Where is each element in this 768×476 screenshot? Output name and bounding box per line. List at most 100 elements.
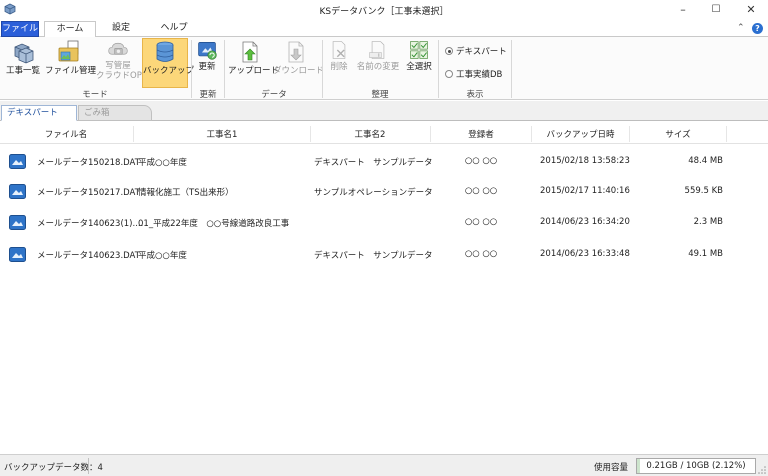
tab-home[interactable]: ホーム: [44, 21, 96, 38]
organize-group-label: 整理: [371, 90, 389, 100]
column-header-name2[interactable]: 工事名2: [311, 128, 429, 140]
upload-icon: [242, 41, 258, 63]
download-button[interactable]: ダウンロード: [273, 39, 325, 85]
row-backup-date: 2015/02/18 13:58:23: [540, 156, 630, 166]
rename-button[interactable]: 名前の変更: [355, 39, 401, 85]
status-bar: バックアップデータ数：4 使用容量 0.21GB / 10GB (2.12%): [0, 454, 768, 476]
status-divider: [88, 458, 89, 474]
select-all-button[interactable]: 全選択: [404, 39, 434, 85]
row-size: 48.4 MB: [688, 156, 723, 166]
help-icon[interactable]: ?: [752, 23, 763, 34]
usage-label: 使用容量: [594, 463, 629, 473]
usage-value: 0.21GB / 10GB (2.12%): [646, 461, 746, 471]
refresh-icon: [198, 42, 217, 60]
tab-file[interactable]: ファイル: [1, 21, 39, 37]
display-option-dekispart[interactable]: デキスパート: [445, 45, 507, 59]
delete-button[interactable]: 削除: [325, 39, 353, 85]
usage-meter: 0.21GB / 10GB (2.12%): [636, 458, 756, 474]
row-registrant: ○○ ○○: [464, 217, 498, 227]
radio-icon[interactable]: [445, 70, 453, 78]
refresh-button[interactable]: 更新: [193, 39, 221, 85]
download-label: ダウンロード: [273, 66, 325, 76]
table-row[interactable]: メールデータ150218.DAT 平成○○年度 デキスパート サンプルデータ ○…: [0, 147, 768, 176]
row-project-name2: デキスパート サンプルデータ: [314, 158, 433, 168]
mail-data-file-icon: [9, 215, 26, 230]
row-size: 559.5 KB: [684, 186, 723, 196]
row-project-name2: デキスパート サンプルデータ: [314, 251, 433, 261]
row-backup-date: 2014/06/23 16:33:48: [540, 249, 630, 259]
tab-help[interactable]: ヘルプ: [152, 21, 196, 37]
mail-data-file-icon: [9, 247, 26, 262]
display-option-label: デキスパート: [456, 47, 507, 57]
tab-settings[interactable]: 設定: [100, 21, 142, 37]
close-button[interactable]: ✕: [740, 2, 762, 18]
file-management-button[interactable]: ファイル管理: [45, 39, 97, 85]
mail-data-file-icon: [9, 154, 26, 169]
column-divider[interactable]: [726, 126, 727, 142]
mode-group-label: モード: [82, 90, 108, 100]
refresh-label: 更新: [198, 62, 216, 72]
row-project-name2: サンプルオペレーションデータ: [314, 188, 433, 198]
minimize-button[interactable]: –: [672, 2, 694, 18]
data-group-label: データ: [261, 90, 287, 100]
cloud-op-button[interactable]: 写管屋 クラウドOP: [96, 39, 142, 85]
row-file-name: メールデータ140623(1)....: [37, 219, 144, 229]
window-title: KSデータバンク［工事未選択］: [319, 7, 449, 17]
download-icon: [288, 41, 304, 63]
table-row[interactable]: メールデータ150217.DAT 情報化施工（TS出来形） サンプルオペレーショ…: [0, 177, 768, 206]
rename-icon: [369, 41, 385, 59]
ribbon-separator: [224, 40, 225, 98]
row-registrant: ○○ ○○: [464, 249, 498, 259]
row-size: 2.3 MB: [693, 217, 723, 227]
update-group-label: 更新: [199, 90, 217, 100]
row-project-name1: 情報化施工（TS出来形）: [138, 188, 234, 198]
resize-grip-icon[interactable]: [758, 466, 766, 474]
ribbon: 工事一覧 ファイル管理 写管屋 クラウドOP バックアップ モード 更新 更新 …: [0, 37, 768, 100]
cloud-op-label: 写管屋: [105, 61, 131, 71]
rename-label: 名前の変更: [356, 62, 400, 72]
delete-label: 削除: [330, 62, 348, 72]
upload-button[interactable]: アップロード: [228, 39, 279, 85]
view-tabs: デキスパート ごみ箱: [0, 101, 768, 121]
display-group-label: 表示: [466, 90, 484, 100]
file-management-label: ファイル管理: [45, 66, 97, 76]
tab-dekispart[interactable]: デキスパート: [1, 105, 77, 121]
row-file-name: メールデータ140623.DAT: [37, 251, 140, 261]
radio-selected-icon[interactable]: [445, 47, 453, 55]
column-header-size[interactable]: サイズ: [630, 128, 726, 140]
select-all-icon: [410, 41, 428, 59]
database-icon: [156, 41, 174, 62]
display-option-results-db[interactable]: 工事実績DB: [445, 68, 502, 82]
row-project-name1: 平成○○年度: [138, 251, 187, 261]
column-header-file[interactable]: ファイル名: [0, 128, 132, 140]
delete-file-icon: [332, 41, 346, 59]
row-backup-date: 2014/06/23 16:34:20: [540, 217, 630, 227]
row-size: 49.1 MB: [688, 249, 723, 259]
row-file-name: メールデータ150218.DAT: [37, 158, 140, 168]
select-all-label: 全選択: [406, 62, 432, 72]
ribbon-collapse-icon[interactable]: ⌃: [737, 23, 745, 33]
backup-button[interactable]: バックアップ: [142, 38, 194, 88]
row-registrant: ○○ ○○: [464, 156, 498, 166]
column-header-name1[interactable]: 工事名1: [134, 128, 310, 140]
maximize-button[interactable]: ☐: [705, 2, 727, 18]
row-registrant: ○○ ○○: [464, 186, 498, 196]
column-header-user[interactable]: 登録者: [431, 128, 531, 140]
row-project-name1: 01_平成22年度 ○○号線道路改良工事: [138, 219, 290, 229]
row-backup-date: 2015/02/17 11:40:16: [540, 186, 630, 196]
column-header-date[interactable]: バックアップ日時: [532, 128, 629, 140]
project-list-label: 工事一覧: [5, 66, 40, 76]
title-bar: KSデータバンク［工事未選択］ – ☐ ✕: [0, 0, 768, 20]
table-header: ファイル名 工事名1 工事名2 登録者 バックアップ日時 サイズ: [0, 124, 768, 144]
display-option-label: 工事実績DB: [456, 70, 503, 80]
row-project-name1: 平成○○年度: [138, 158, 187, 168]
usage-bar-fill: [637, 459, 640, 473]
table-row[interactable]: メールデータ140623.DAT 平成○○年度 デキスパート サンプルデータ ○…: [0, 240, 768, 269]
menu-bar: ファイル ホーム 設定 ヘルプ ⌃ ?: [0, 20, 768, 38]
table-row[interactable]: メールデータ140623(1).... 01_平成22年度 ○○号線道路改良工事…: [0, 208, 768, 237]
folder-files-icon: [58, 40, 79, 62]
project-list-button[interactable]: 工事一覧: [2, 39, 44, 85]
cloud-camera-icon: [108, 42, 128, 55]
tab-trash[interactable]: ごみ箱: [78, 105, 152, 121]
row-file-name: メールデータ150217.DAT: [37, 188, 140, 198]
